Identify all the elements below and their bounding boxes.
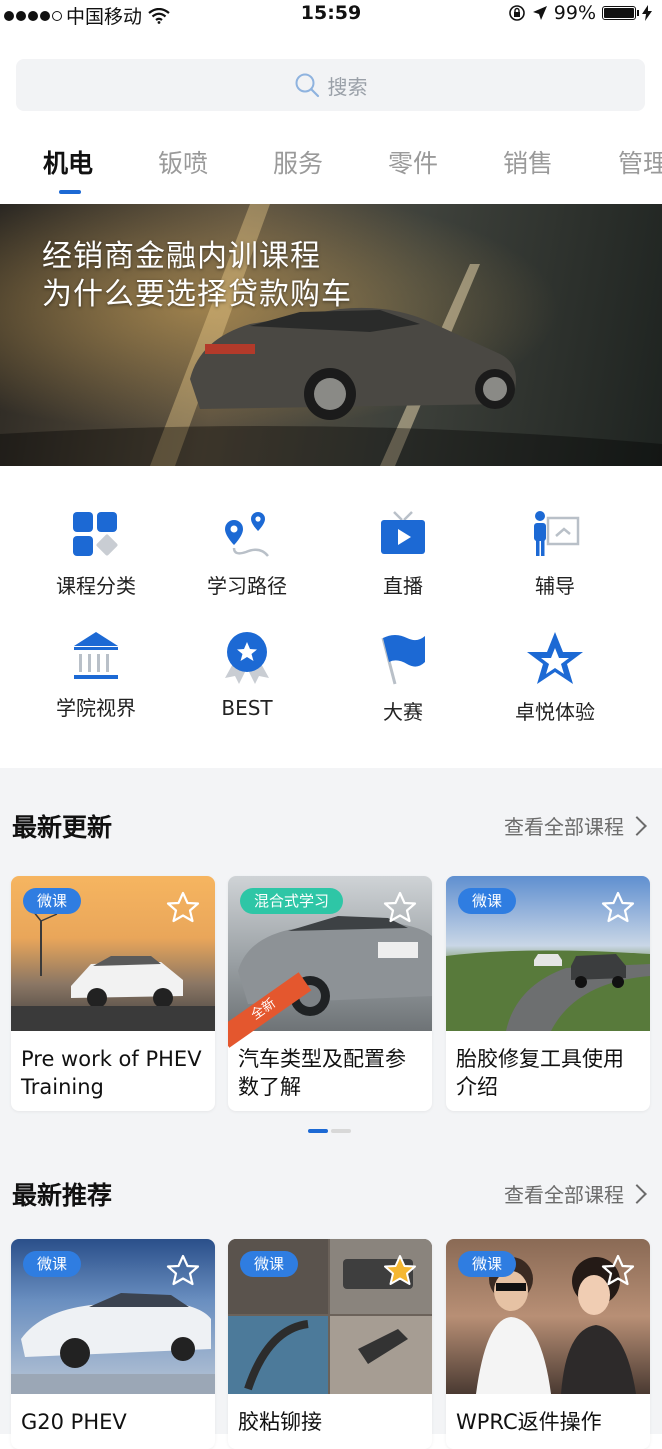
status-bar: 中国移动 15:59 99% (0, 0, 662, 28)
course-type-tag: 混合式学习 (240, 888, 344, 914)
category-tabs: 机电 钣喷 服务 零件 销售 管理 (0, 130, 662, 200)
pager-dot-active[interactable] (308, 1129, 328, 1133)
course-card[interactable]: 微课 胎胶修复工具使用介绍 (446, 876, 650, 1111)
course-thumbnail: 混合式学习 全新 (228, 876, 432, 1048)
menu-label: 卓悦体验 (515, 700, 595, 724)
course-thumbnail: 微课 (228, 1239, 432, 1394)
course-title: Pre work of PHEV Training (21, 1047, 202, 1099)
tab-guanli[interactable]: 管理 (618, 144, 662, 180)
carousel-pager (308, 1129, 351, 1133)
star-filled-icon[interactable] (382, 1253, 418, 1289)
course-title: G20 PHEV (21, 1410, 127, 1434)
flag-icon (381, 635, 425, 685)
promo-banner[interactable]: 经销商金融内训课程 为什么要选择贷款购车 (0, 204, 662, 466)
banner-headline: 经销商金融内训课程 为什么要选择贷款购车 (42, 238, 352, 314)
battery-percent: 99% (553, 2, 596, 24)
view-all-label: 查看全部课程 (504, 815, 624, 839)
view-all-label: 查看全部课程 (504, 1183, 624, 1207)
course-title: 胎胶修复工具使用介绍 (456, 1047, 624, 1099)
course-type-tag: 微课 (458, 1251, 517, 1277)
menu-label: 学院视界 (56, 696, 136, 720)
course-type-tag: 微课 (458, 888, 517, 914)
star-badge-icon (527, 632, 583, 684)
course-card[interactable]: 微课 胶粘铆接 (228, 1239, 432, 1449)
search-bar[interactable]: 搜索 (16, 59, 645, 111)
menu-best[interactable]: BEST (182, 630, 312, 730)
course-title: WPRC返件操作 (456, 1410, 602, 1434)
course-type-tag: 微课 (23, 1251, 82, 1277)
banner-line-1: 经销商金融内训课程 (42, 239, 321, 274)
presenter-board-icon (534, 511, 580, 556)
view-all-link-latest[interactable]: 查看全部课程 (504, 811, 647, 840)
battery-icon (602, 6, 639, 20)
star-outline-icon[interactable] (382, 890, 418, 926)
star-outline-icon[interactable] (600, 1253, 636, 1289)
menu-coaching[interactable]: 辅导 (490, 510, 620, 610)
pager-dot[interactable] (331, 1129, 351, 1133)
menu-learning-path[interactable]: 学习路径 (182, 510, 312, 610)
course-card[interactable]: 微课 Pre work of PHEV Training (11, 876, 215, 1111)
menu-label: 大赛 (383, 700, 423, 724)
star-outline-icon[interactable] (165, 890, 201, 926)
menu-live[interactable]: 直播 (338, 510, 468, 610)
tv-play-icon (381, 511, 425, 554)
chevron-right-icon (627, 815, 647, 836)
menu-course-category[interactable]: 课程分类 (31, 510, 161, 610)
charging-bolt-icon (642, 5, 652, 21)
course-card[interactable]: 微课 G20 PHEV (11, 1239, 215, 1449)
menu-excellence-experience[interactable]: 卓悦体验 (490, 630, 620, 730)
course-title: 汽车类型及配置参数了解 (238, 1047, 406, 1099)
menu-academy-view[interactable]: 学院视界 (31, 630, 161, 730)
tab-jidian[interactable]: 机电 (43, 144, 93, 180)
section-title-latest: 最新更新 (12, 813, 113, 842)
chevron-right-icon (627, 1183, 647, 1204)
search-icon (295, 73, 319, 98)
location-arrow-icon (532, 6, 547, 20)
menu-label: 学习路径 (207, 574, 287, 598)
star-outline-icon[interactable] (165, 1253, 201, 1289)
tab-xiaoshou[interactable]: 销售 (503, 144, 553, 180)
active-tab-indicator (59, 190, 81, 194)
menu-competition[interactable]: 大赛 (338, 630, 468, 730)
course-card[interactable]: 微课 WPRC返件操作 (446, 1239, 650, 1449)
route-pin-icon (225, 512, 269, 557)
course-thumbnail: 微课 (11, 876, 215, 1031)
rotation-lock-icon (508, 5, 525, 21)
course-thumbnail: 微课 (11, 1239, 215, 1394)
course-title: 胶粘铆接 (238, 1410, 322, 1434)
grid-apps-icon (73, 512, 118, 556)
menu-label: 课程分类 (56, 574, 136, 598)
section-title-recommend: 最新推荐 (12, 1181, 113, 1210)
banner-line-2: 为什么要选择贷款购车 (42, 277, 352, 312)
tab-fuwu[interactable]: 服务 (273, 144, 323, 180)
view-all-link-recommend[interactable]: 查看全部课程 (504, 1179, 647, 1208)
course-card[interactable]: 混合式学习 全新 汽车类型及配置参数了解 (228, 876, 432, 1111)
menu-label: 辅导 (535, 574, 575, 598)
course-type-tag: 微课 (23, 888, 82, 914)
course-type-tag: 微课 (240, 1251, 299, 1277)
menu-label: BEST (221, 696, 273, 720)
battery-level (604, 8, 634, 18)
tab-banpen[interactable]: 钣喷 (158, 144, 208, 180)
quick-menu: 课程分类 学习路径 直播 辅导 学院视界 BEST 大赛 卓悦体验 (0, 500, 662, 750)
academy-building-icon (74, 632, 118, 679)
tab-lingjian[interactable]: 零件 (388, 144, 438, 180)
award-medal-icon (225, 632, 269, 684)
star-outline-icon[interactable] (600, 890, 636, 926)
search-placeholder: 搜索 (327, 74, 368, 99)
course-thumbnail: 微课 (446, 876, 650, 1031)
course-thumbnail: 微课 (446, 1239, 650, 1394)
menu-label: 直播 (383, 574, 423, 598)
